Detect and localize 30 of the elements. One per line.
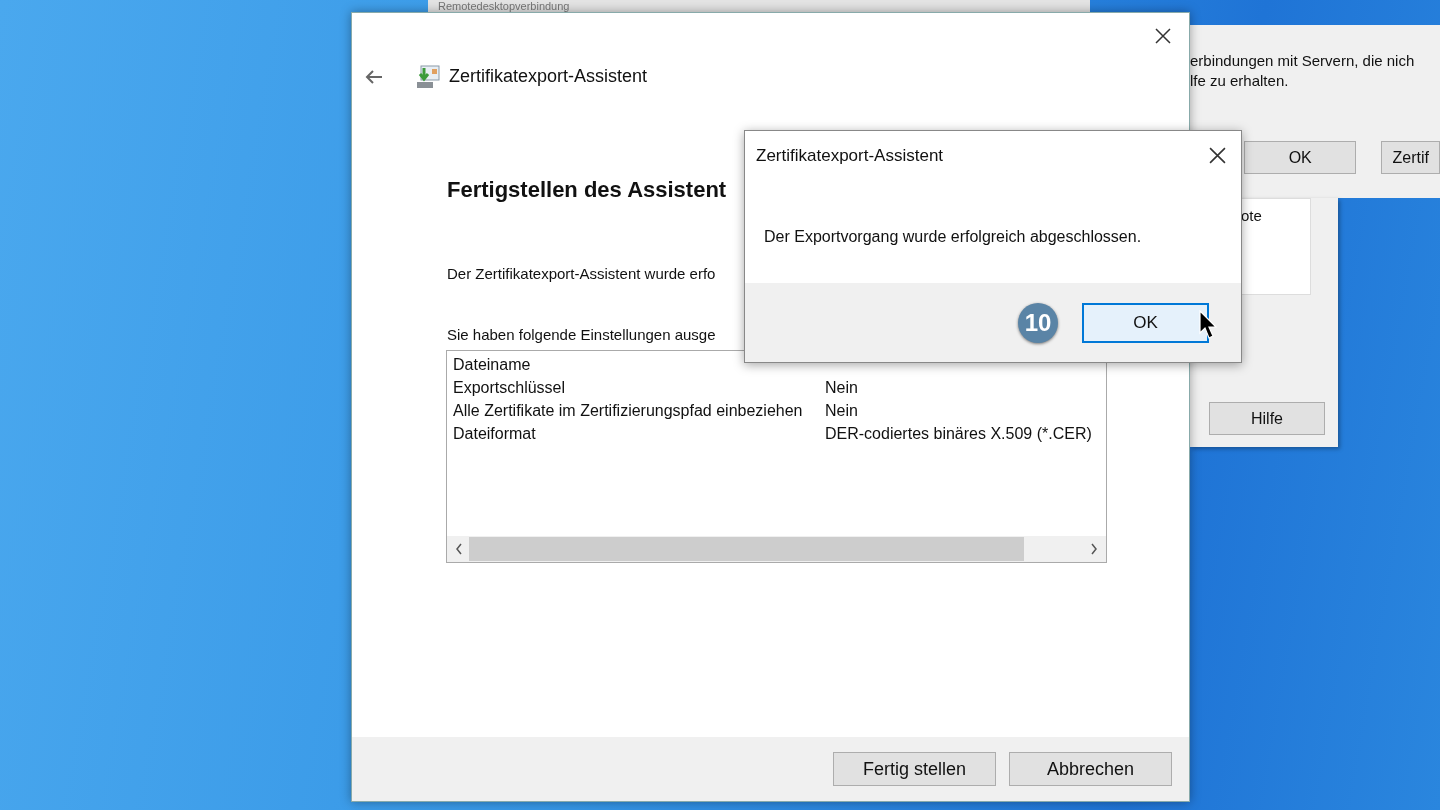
ok-button[interactable]: OK bbox=[1082, 302, 1209, 343]
wizard-heading: Fertigstellen des Assistent bbox=[447, 176, 728, 204]
wizard-button[interactable]: Fertig stellen bbox=[833, 752, 996, 786]
scrollbar-thumb[interactable] bbox=[469, 537, 1024, 561]
setting-name: Dateiformat bbox=[453, 424, 537, 444]
window-title: Zertifikatexport-Assistent bbox=[449, 65, 648, 88]
setting-name: Alle Zertifikate im Zertifizierungspfad einbeziehen bbox=[453, 401, 804, 421]
setting-name: Exportschlüssel bbox=[453, 378, 567, 398]
intro-text: Der Zertifikatexport-Assistent wurde erfo bbox=[447, 264, 717, 284]
settings-label: Sie haben folgende Einstellungen ausge bbox=[447, 324, 717, 345]
setting-value: DER-codiertes binäres X.509 (*.CER) bbox=[825, 424, 1092, 444]
mouse-cursor-icon bbox=[1199, 310, 1219, 340]
dialog-button[interactable]: OK bbox=[1244, 141, 1357, 174]
setting-value: Nein bbox=[825, 378, 858, 398]
body-text: erbindungen mit Servern, die nich bbox=[1190, 51, 1416, 71]
wizard-button[interactable]: Abbrechen bbox=[1009, 752, 1172, 786]
certificate-icon bbox=[415, 63, 441, 90]
help-button[interactable]: Hilfe bbox=[1209, 402, 1325, 435]
dialog-button[interactable]: Zertif bbox=[1381, 141, 1440, 174]
step-number-badge: 10 bbox=[1018, 302, 1058, 343]
back-arrow-icon[interactable] bbox=[365, 69, 383, 84]
scroll-left-icon[interactable] bbox=[455, 543, 463, 555]
dialog-message: Der Exportvorgang wurde erfolgreich abgeschlossen. bbox=[764, 226, 1143, 247]
setting-value: Nein bbox=[825, 401, 858, 421]
close-icon[interactable] bbox=[1209, 147, 1226, 165]
close-icon[interactable] bbox=[1155, 27, 1171, 44]
body-text: lfe zu erhalten. bbox=[1190, 71, 1290, 91]
dialog-title: Zertifikatexport-Assistent bbox=[756, 145, 944, 167]
scroll-right-icon[interactable] bbox=[1090, 543, 1098, 555]
setting-name: Dateiname bbox=[453, 355, 532, 375]
